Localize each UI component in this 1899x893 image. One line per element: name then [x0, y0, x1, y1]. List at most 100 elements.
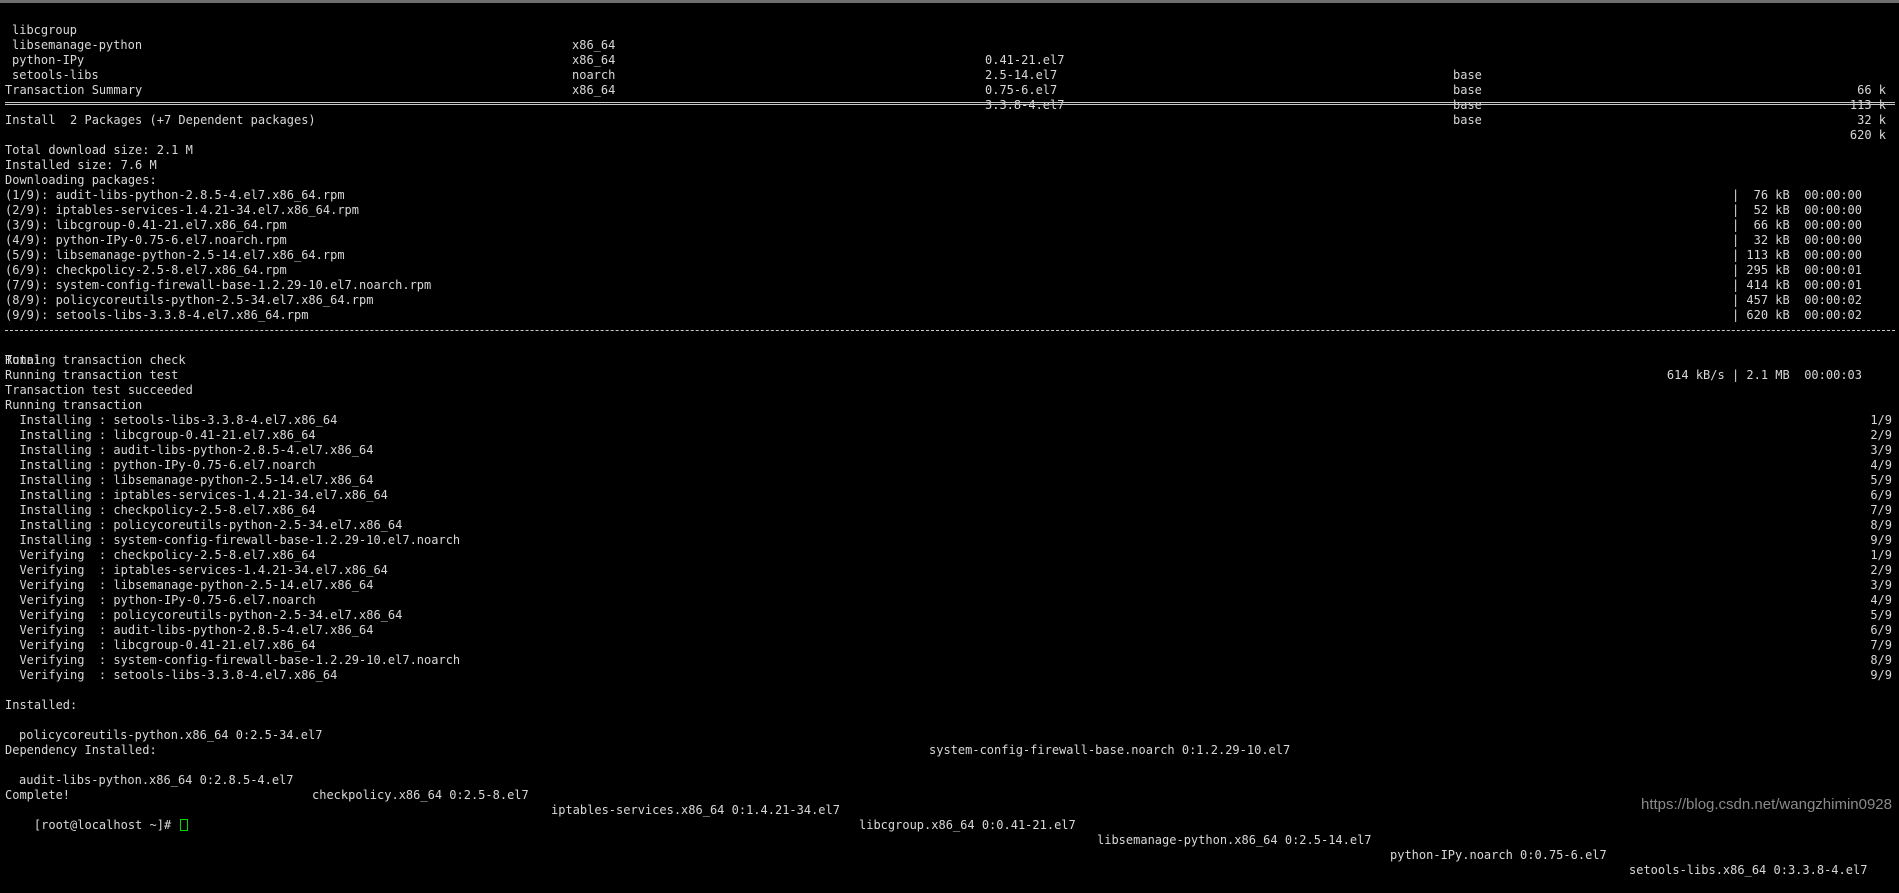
transaction-step: Verifying : system-config-firewall-base-…	[0, 653, 1899, 668]
step-count: 3/9	[1870, 443, 1892, 457]
download-file: (2/9): iptables-services-1.4.21-34.el7.x…	[5, 203, 360, 217]
download-stats: | 113 kB 00:00:00	[1731, 248, 1862, 262]
dependency-package: audit-libs-python.x86_64 0:2.8.5-4.el7	[19, 773, 294, 787]
download-row: (5/9): libsemanage-python-2.5-14.el7.x86…	[0, 248, 1899, 263]
step-count: 4/9	[1870, 458, 1892, 472]
download-stats: | 457 kB 00:00:02	[1731, 293, 1862, 307]
package-size: 620 k	[1849, 128, 1886, 142]
step-count: 9/9	[1870, 668, 1892, 682]
step-text: Verifying : setools-libs-3.3.8-4.el7.x86…	[5, 668, 338, 682]
terminal-window[interactable]: libcgroup x86_64 0.41-21.el7 base 66 k l…	[0, 0, 1899, 877]
installed-size: Installed size: 7.6 M	[5, 158, 157, 172]
step-text: Verifying : system-config-firewall-base-…	[5, 653, 461, 667]
transaction-step: Verifying : python-IPy-0.75-6.el7.noarch…	[0, 593, 1899, 608]
table-row: setools-libs x86_64 3.3.8-4.el7 base 620…	[0, 53, 1899, 142]
transaction-step: Installing : setools-libs-3.3.8-4.el7.x8…	[0, 413, 1899, 428]
step-count: 2/9	[1870, 428, 1892, 442]
package-arch: x86_64	[572, 83, 616, 97]
prompt-line[interactable]: [root@localhost ~]#	[5, 803, 189, 832]
package-name: setools-libs	[12, 68, 99, 82]
step-text: Verifying : policycoreutils-python-2.5-3…	[5, 608, 403, 622]
download-row: (9/9): setools-libs-3.3.8-4.el7.x86_64.r…	[0, 308, 1899, 323]
package-version: 2.5-14.el7	[985, 68, 1058, 82]
download-row: (3/9): libcgroup-0.41-21.el7.x86_64.rpm |…	[0, 218, 1899, 233]
package-size: 32 k	[1857, 113, 1886, 127]
running-line: Transaction test succeeded	[5, 383, 193, 397]
package-version: 3.3.8-4.el7	[985, 98, 1065, 112]
installed-row: policycoreutils-python.x86_64 0:2.5-34.e…	[0, 713, 1899, 757]
table-row: python-IPy noarch 0.75-6.el7 base 32 k	[0, 38, 1899, 127]
step-count: 4/9	[1870, 593, 1892, 607]
step-text: Installing : libsemanage-python-2.5-14.e…	[5, 473, 374, 487]
package-version: 0.75-6.el7	[985, 83, 1058, 97]
download-row: (7/9): system-config-firewall-base-1.2.2…	[0, 278, 1899, 293]
step-text: Verifying : libsemanage-python-2.5-14.el…	[5, 578, 374, 592]
step-text: Installing : checkpolicy-2.5-8.el7.x86_6…	[5, 503, 316, 517]
step-count: 8/9	[1870, 518, 1892, 532]
transaction-step: Verifying : iptables-services-1.4.21-34.…	[0, 563, 1899, 578]
dependency-package: iptables-services.x86_64 0:1.4.21-34.el7	[551, 803, 840, 817]
dependency-package: python-IPy.noarch 0:0.75-6.el7	[1390, 848, 1607, 862]
download-file: (1/9): audit-libs-python-2.8.5-4.el7.x86…	[5, 188, 345, 202]
transaction-step: Verifying : setools-libs-3.3.8-4.el7.x86…	[0, 668, 1899, 683]
total-download-size: Total download size: 2.1 M	[5, 143, 193, 157]
table-row: libcgroup x86_64 0.41-21.el7 base 66 k	[0, 8, 1899, 97]
step-count: 9/9	[1870, 533, 1892, 547]
package-repo: base	[1453, 113, 1482, 127]
step-text: Installing : audit-libs-python-2.8.5-4.e…	[5, 443, 374, 457]
total-stats: 614 kB/s | 2.1 MB 00:00:03	[1666, 368, 1862, 382]
dependency-package: setools-libs.x86_64 0:3.3.8-4.el7	[1629, 863, 1868, 877]
download-file: (9/9): setools-libs-3.3.8-4.el7.x86_64.r…	[5, 308, 309, 322]
transaction-step: Verifying : checkpolicy-2.5-8.el7.x86_64…	[0, 548, 1899, 563]
step-text: Installing : system-config-firewall-base…	[5, 533, 461, 547]
transaction-step: Installing : checkpolicy-2.5-8.el7.x86_6…	[0, 503, 1899, 518]
table-row: libsemanage-python x86_64 2.5-14.el7 bas…	[0, 23, 1899, 112]
download-stats: | 76 kB 00:00:00	[1731, 188, 1862, 202]
download-stats: | 620 kB 00:00:02	[1731, 308, 1862, 322]
step-count: 2/9	[1870, 563, 1892, 577]
download-row: (6/9): checkpolicy-2.5-8.el7.x86_64.rpm |…	[0, 263, 1899, 278]
dependency-package: libsemanage-python.x86_64 0:2.5-14.el7	[1097, 833, 1372, 847]
transaction-summary-heading: Transaction Summary	[5, 83, 143, 97]
step-text: Installing : setools-libs-3.3.8-4.el7.x8…	[5, 413, 338, 427]
step-count: 3/9	[1870, 578, 1892, 592]
downloading-packages-heading: Downloading packages:	[5, 173, 157, 187]
separator-double	[5, 102, 1895, 105]
running-line: Running transaction check	[5, 353, 186, 367]
package-size: 66 k	[1857, 83, 1886, 97]
running-line: Running transaction test	[5, 368, 179, 382]
download-file: (7/9): system-config-firewall-base-1.2.2…	[5, 278, 432, 292]
download-file: (6/9): checkpolicy-2.5-8.el7.x86_64.rpm	[5, 263, 287, 277]
download-stats: | 414 kB 00:00:01	[1731, 278, 1862, 292]
download-file: (4/9): python-IPy-0.75-6.el7.noarch.rpm	[5, 233, 287, 247]
transaction-step: Verifying : libcgroup-0.41-21.el7.x86_64…	[0, 638, 1899, 653]
step-count: 6/9	[1870, 623, 1892, 637]
complete-message: Complete!	[5, 788, 71, 802]
step-text: Installing : python-IPy-0.75-6.el7.noarc…	[5, 458, 316, 472]
dependency-installed-heading: Dependency Installed:	[5, 743, 157, 757]
transaction-step: Installing : libcgroup-0.41-21.el7.x86_6…	[0, 428, 1899, 443]
step-text: Verifying : audit-libs-python-2.8.5-4.el…	[5, 623, 374, 637]
transaction-step: Verifying : libsemanage-python-2.5-14.el…	[0, 578, 1899, 593]
package-repo: base	[1453, 68, 1482, 82]
installed-heading: Installed:	[5, 698, 78, 712]
step-count: 7/9	[1870, 503, 1892, 517]
step-text: Verifying : python-IPy-0.75-6.el7.noarch	[5, 593, 316, 607]
separator-dashed	[5, 330, 1895, 331]
download-stats: | 66 kB 00:00:00	[1731, 218, 1862, 232]
transaction-step: Installing : libsemanage-python-2.5-14.e…	[0, 473, 1899, 488]
transaction-step: Installing : policycoreutils-python-2.5-…	[0, 518, 1899, 533]
total-row: Total 614 kB/s | 2.1 MB 00:00:03	[0, 338, 1899, 382]
download-stats: | 32 kB 00:00:00	[1731, 233, 1862, 247]
package-repo: base	[1453, 98, 1482, 112]
download-row: (4/9): python-IPy-0.75-6.el7.noarch.rpm |…	[0, 233, 1899, 248]
running-line: Running transaction	[5, 398, 143, 412]
text-cursor[interactable]	[180, 819, 189, 831]
step-count: 6/9	[1870, 488, 1892, 502]
step-count: 7/9	[1870, 638, 1892, 652]
step-text: Verifying : iptables-services-1.4.21-34.…	[5, 563, 388, 577]
step-count: 5/9	[1870, 608, 1892, 622]
download-row: (8/9): policycoreutils-python-2.5-34.el7…	[0, 293, 1899, 308]
step-count: 5/9	[1870, 473, 1892, 487]
transaction-step: Installing : audit-libs-python-2.8.5-4.e…	[0, 443, 1899, 458]
